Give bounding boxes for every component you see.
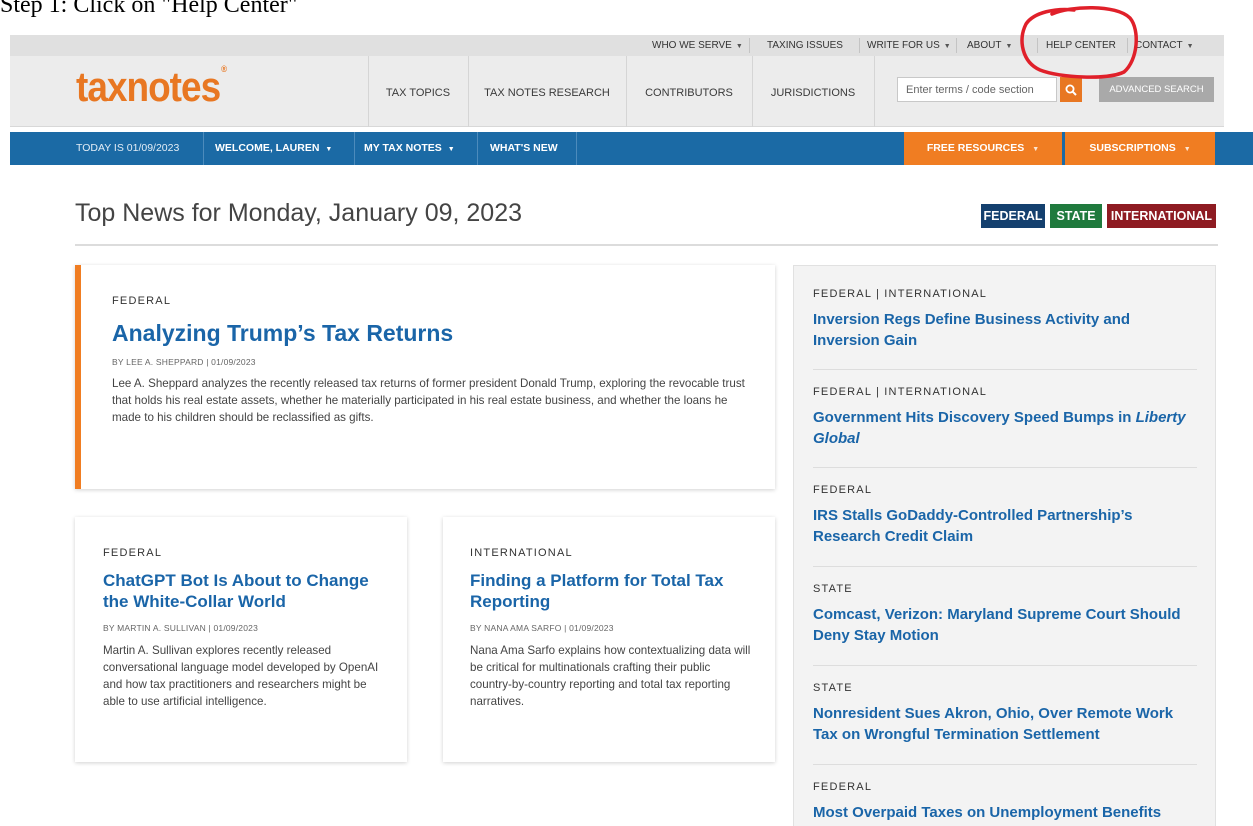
subscriptions-label: SUBSCRIPTIONS (1089, 142, 1176, 154)
article-category: FEDERAL (112, 295, 172, 307)
divider (813, 764, 1197, 765)
article-category: FEDERAL (813, 484, 873, 496)
caret-down-icon: ▼ (1005, 43, 1013, 50)
region-filter-state[interactable]: STATE (1050, 204, 1102, 228)
caret-down-icon: ▼ (943, 43, 951, 50)
news-sidebar: FEDERAL | INTERNATIONAL Inversion Regs D… (793, 265, 1216, 826)
utility-label: WRITE FOR US (867, 40, 940, 51)
divider (874, 56, 875, 127)
caret-down-icon: ▼ (1032, 146, 1040, 153)
utility-nav: WHO WE SERVE ▼ TAXING ISSUES WRITE FOR US… (10, 35, 1224, 56)
sidebar-headline[interactable]: IRS Stalls GoDaddy-Controlled Partnershi… (813, 505, 1197, 547)
caret-down-icon: ▼ (735, 43, 743, 50)
region-filter-international[interactable]: INTERNATIONAL (1107, 204, 1216, 228)
utility-label: CONTACT (1135, 40, 1183, 51)
member-bar: TODAY IS 01/09/2023 WELCOME, LAUREN ▼ MY … (10, 132, 1253, 165)
sidebar-article: FEDERAL | INTERNATIONAL Inversion Regs D… (813, 288, 1197, 351)
today-date: TODAY IS 01/09/2023 (76, 142, 180, 154)
utility-contact[interactable]: CONTACT ▼ (1135, 35, 1194, 56)
taxnotes-logo[interactable]: taxnotes® (76, 64, 227, 111)
article-byline: BY LEE A. SHEPPARD | 01/09/2023 (112, 357, 256, 367)
utility-write-for-us[interactable]: WRITE FOR US ▼ (867, 35, 951, 56)
divider (477, 132, 478, 165)
nav-jurisdictions[interactable]: JURISDICTIONS (752, 56, 874, 127)
article-byline: BY MARTIN A. SULLIVAN | 01/09/2023 (103, 623, 259, 633)
title-divider (75, 244, 1218, 246)
welcome-label: WELCOME, LAUREN (215, 142, 320, 154)
divider (576, 132, 577, 165)
article-category: STATE (813, 682, 853, 694)
article-category: FEDERAL (813, 781, 873, 793)
article-summary: Nana Ama Sarfo explains how contextualiz… (470, 644, 751, 708)
utility-label: WHO WE SERVE (652, 40, 732, 51)
nav-contributors[interactable]: CONTRIBUTORS (626, 56, 752, 127)
utility-about[interactable]: ABOUT ▼ (967, 35, 1012, 56)
article-byline: BY NANA AMA SARFO | 01/09/2023 (470, 623, 614, 633)
sidebar-headline[interactable]: Inversion Regs Define Business Activity … (813, 309, 1197, 351)
caret-down-icon: ▼ (1183, 146, 1191, 153)
site-header: taxnotes® TAX TOPICS TAX NOTES RESEARCH … (10, 56, 1224, 127)
free-resources-label: FREE RESOURCES (926, 142, 1025, 154)
sidebar-headline[interactable]: Most Overpaid Taxes on Unemployment Bene… (813, 802, 1197, 823)
article-headline[interactable]: ChatGPT Bot Is About to Change the White… (103, 570, 393, 612)
sidebar-headline[interactable]: Government Hits Discovery Speed Bumps in… (813, 407, 1197, 449)
sidebar-article: FEDERAL IRS Stalls GoDaddy-Controlled Pa… (813, 484, 1197, 547)
divider (813, 665, 1197, 666)
headline-text: Government Hits Discovery Speed Bumps in (813, 409, 1132, 426)
caret-down-icon: ▼ (325, 146, 333, 153)
search-input[interactable] (897, 77, 1057, 102)
divider (813, 467, 1197, 468)
divider (956, 38, 957, 53)
sidebar-article: FEDERAL Most Overpaid Taxes on Unemploym… (813, 781, 1197, 823)
caret-down-icon: ▼ (447, 146, 455, 153)
my-tax-notes-label: MY TAX NOTES (364, 142, 442, 154)
article-card: INTERNATIONAL Finding a Platform for Tot… (443, 517, 775, 762)
article-category: STATE (813, 583, 853, 595)
utility-who-we-serve[interactable]: WHO WE SERVE ▼ (652, 35, 743, 56)
instruction-caption: Step 1: Click on "Help Center" (0, 0, 298, 18)
divider (749, 38, 750, 53)
divider (354, 132, 355, 165)
nav-tax-topics[interactable]: TAX TOPICS (368, 56, 468, 127)
search-icon (1065, 84, 1077, 96)
my-tax-notes-menu[interactable]: MY TAX NOTES ▼ (364, 132, 455, 165)
utility-taxing-issues[interactable]: TAXING ISSUES (767, 35, 843, 56)
article-category: INTERNATIONAL (470, 547, 573, 559)
divider (859, 38, 860, 53)
article-summary: Lee A. Sheppard analyzes the recently re… (112, 377, 745, 424)
divider (203, 132, 204, 165)
sidebar-headline[interactable]: Comcast, Verizon: Maryland Supreme Court… (813, 604, 1197, 646)
article-category: FEDERAL | INTERNATIONAL (813, 288, 988, 300)
caret-down-icon: ▼ (1186, 43, 1194, 50)
article-headline[interactable]: Finding a Platform for Total Tax Reporti… (470, 570, 760, 612)
welcome-menu[interactable]: WELCOME, LAUREN ▼ (215, 132, 332, 165)
search-button[interactable] (1060, 77, 1082, 102)
article-card: FEDERAL ChatGPT Bot Is About to Change t… (75, 517, 407, 762)
sidebar-headline[interactable]: Nonresident Sues Akron, Ohio, Over Remot… (813, 703, 1197, 745)
article-category: FEDERAL (103, 547, 163, 559)
free-resources-button[interactable]: FREE RESOURCES ▼ (904, 132, 1062, 165)
article-category: FEDERAL | INTERNATIONAL (813, 386, 988, 398)
divider (1127, 38, 1128, 53)
sidebar-article: STATE Nonresident Sues Akron, Ohio, Over… (813, 682, 1197, 745)
sidebar-article: FEDERAL | INTERNATIONAL Government Hits … (813, 386, 1197, 449)
divider (813, 566, 1197, 567)
registered-mark: ® (221, 64, 228, 75)
nav-tax-notes-research[interactable]: TAX NOTES RESEARCH (468, 56, 626, 127)
divider (1037, 38, 1038, 53)
subscriptions-button[interactable]: SUBSCRIPTIONS ▼ (1065, 132, 1215, 165)
featured-headline[interactable]: Analyzing Trump’s Tax Returns (112, 320, 453, 347)
article-summary: Martin A. Sullivan explores recently rel… (103, 644, 379, 708)
advanced-search-button[interactable]: ADVANCED SEARCH (1099, 77, 1214, 102)
featured-article-card: FEDERAL Analyzing Trump’s Tax Returns BY… (75, 265, 775, 489)
sidebar-article: STATE Comcast, Verizon: Maryland Supreme… (813, 583, 1197, 646)
page-title: Top News for Monday, January 09, 2023 (75, 199, 523, 227)
whats-new-link[interactable]: WHAT'S NEW (490, 132, 558, 165)
divider (813, 369, 1197, 370)
region-filter-federal[interactable]: FEDERAL (981, 204, 1045, 228)
logo-text: taxnotes (76, 64, 221, 110)
utility-label: ABOUT (967, 40, 1002, 51)
utility-help-center[interactable]: HELP CENTER (1046, 35, 1116, 56)
